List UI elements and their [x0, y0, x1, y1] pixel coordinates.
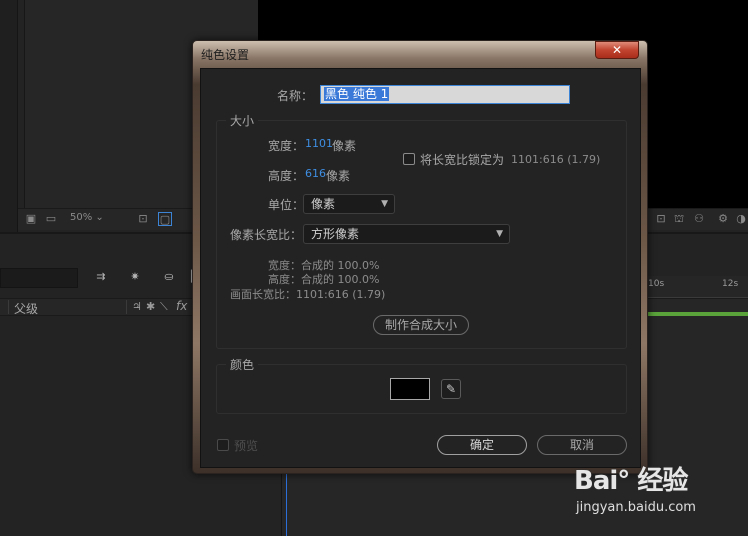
solid-settings-dialog: 纯色设置 ✕ 名称： 黑色 纯色 1 大小 宽度： 1101 像素 高度： 61…: [192, 40, 648, 474]
eyedropper-icon: ✎: [445, 382, 457, 396]
comp-height-percent: 高度：合成的 100.0%: [268, 273, 380, 286]
width-unit: 像素: [332, 139, 357, 153]
collapse-switch-icon[interactable]: ✱: [146, 300, 155, 313]
watermark-logo-text: Bai° 经验: [574, 466, 688, 496]
units-dropdown[interactable]: 像素 ▼: [303, 194, 395, 214]
pixel-aspect-dropdown-value: 方形像素: [311, 227, 360, 241]
quality-switch-icon[interactable]: ⟍: [160, 300, 168, 314]
shy-switch-icon[interactable]: ♃: [132, 300, 142, 313]
eyedropper-button[interactable]: ✎: [441, 379, 461, 399]
composition-flowchart-icon[interactable]: ⇉: [94, 270, 108, 284]
height-value[interactable]: 616: [305, 167, 326, 180]
watermark-logo: Bai° 经验: [574, 460, 688, 497]
draft-3d-icon[interactable]: ✷: [128, 270, 142, 284]
lock-aspect-ratio: 1101:616 (1.79): [511, 153, 601, 166]
name-label: 名称：: [277, 89, 314, 103]
pixel-aspect-label: 像素长宽比：: [230, 228, 303, 242]
ruler-label-10s: 10s: [648, 279, 665, 289]
watermark-url: jingyan.baidu.com: [576, 500, 696, 515]
settings-icon[interactable]: ⚙: [716, 212, 730, 226]
units-label: 单位：: [268, 198, 305, 212]
region-icon[interactable]: ⊡: [136, 212, 150, 226]
tools-strip: [0, 0, 18, 232]
units-dropdown-value: 像素: [311, 197, 336, 211]
cancel-button[interactable]: 取消: [537, 435, 627, 455]
chevron-down-icon: ▼: [381, 199, 388, 209]
effects-switch-icon[interactable]: fx: [176, 299, 187, 313]
height-unit: 像素: [326, 169, 351, 183]
ok-button[interactable]: 确定: [437, 435, 527, 455]
frame-aspect-ratio: 画面长宽比：1101:616 (1.79): [230, 288, 386, 301]
region-icon-right[interactable]: ⊡: [654, 212, 668, 226]
width-label: 宽度：: [268, 139, 305, 153]
column-divider-2: [126, 300, 127, 314]
name-field-value: 黑色 纯色 1: [324, 87, 390, 101]
timeline-search-input[interactable]: [0, 268, 78, 288]
preview-checkbox[interactable]: [217, 439, 229, 451]
chevron-down-icon: ⌄: [95, 212, 104, 223]
name-field[interactable]: 黑色 纯色 1: [320, 85, 570, 104]
network-icon[interactable]: ⚇: [692, 212, 706, 226]
monitor-icon[interactable]: ▣: [24, 212, 38, 226]
preview-label: 预览: [234, 439, 259, 453]
size-group-legend: 大小: [226, 112, 259, 129]
exposure-icon[interactable]: ◑: [734, 212, 748, 226]
time-ruler[interactable]: 10s 12s: [640, 276, 748, 298]
transparency-grid-icon[interactable]: ▢: [158, 212, 172, 226]
screen-icon[interactable]: ▭: [44, 212, 58, 226]
close-icon: ✕: [611, 43, 623, 57]
height-label: 高度：: [268, 169, 305, 183]
dialog-body: 名称： 黑色 纯色 1 大小 宽度： 1101 像素 高度： 616 像素 将长…: [200, 68, 641, 468]
ruler-label-12s: 12s: [722, 279, 739, 289]
lock-aspect-label: 将长宽比锁定为: [420, 153, 505, 167]
width-value[interactable]: 1101: [305, 137, 333, 150]
zoom-select[interactable]: 50% ⌄: [70, 212, 104, 223]
dialog-title: 纯色设置: [201, 48, 250, 62]
hide-shy-layers-icon[interactable]: ⛀: [162, 270, 176, 284]
make-comp-size-button[interactable]: 制作合成大小: [373, 315, 469, 335]
column-divider: [8, 300, 9, 314]
lock-aspect-checkbox[interactable]: [403, 153, 415, 165]
chevron-down-icon: ▼: [496, 229, 503, 239]
pixel-aspect-dropdown[interactable]: 方形像素 ▼: [303, 224, 510, 244]
flowchart-icon[interactable]: ⛫: [672, 212, 686, 226]
close-button[interactable]: ✕: [595, 41, 639, 59]
color-swatch[interactable]: [390, 378, 430, 400]
color-group-legend: 颜色: [226, 356, 259, 373]
parent-column-header: 父级: [14, 302, 39, 316]
